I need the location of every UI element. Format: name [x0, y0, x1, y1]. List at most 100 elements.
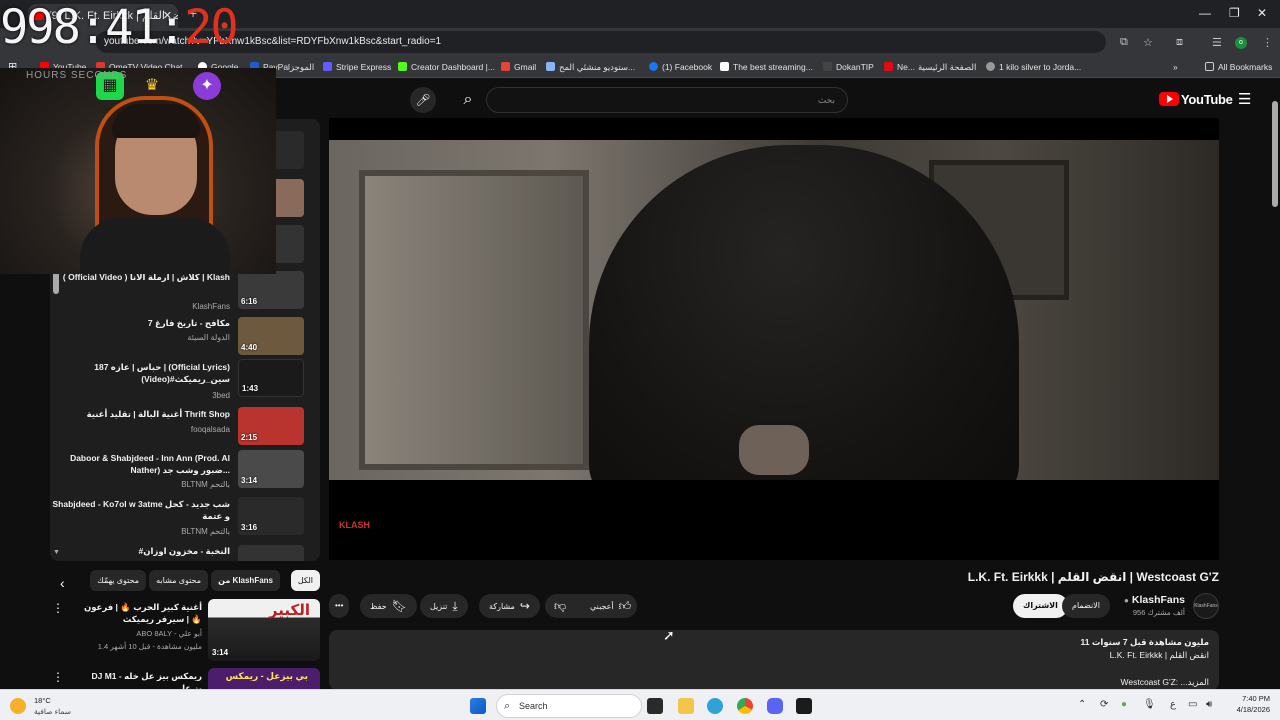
dislike-button[interactable]: 👎︎ — [548, 594, 572, 618]
save-button[interactable]: حفظ 🔖︎ — [360, 594, 417, 618]
playlist-item-title[interactable]: Daboor & Shabjdeed - Inn Ann (Prod. Al N… — [52, 452, 230, 476]
more-options-icon[interactable]: ⋮ — [52, 601, 64, 615]
bookmarks-overflow-icon[interactable]: » — [1173, 56, 1178, 78]
more-actions-icon[interactable]: ••• — [329, 594, 350, 618]
playlist-thumbnail[interactable]: 3:14 — [238, 450, 304, 488]
recommended-thumbnail[interactable]: بي بيزعل - ريمكس — [208, 668, 320, 689]
browser-menu-icon[interactable]: ⋮ — [1262, 36, 1273, 49]
bookmark-gmail[interactable]: Gmail — [501, 56, 536, 78]
bookmark-dokantip[interactable]: DokanTIP — [823, 56, 874, 78]
taskbar-clock[interactable]: 7:40 PM 4/18/2026 — [1237, 693, 1270, 715]
hamburger-menu-icon[interactable]: ☰ — [1238, 90, 1251, 108]
playlist-thumbnail[interactable]: 3:16 — [238, 497, 304, 535]
description-more[interactable]: Westcoast G'Z: ...المزيد — [1120, 677, 1209, 688]
maximize-icon[interactable]: ❐ — [1229, 6, 1240, 20]
bookmark-facebook[interactable]: (1) Facebook — [649, 56, 712, 78]
chip-related[interactable]: محتوى مشابه — [149, 570, 208, 591]
taskbar-search[interactable]: ⌕ Search — [496, 694, 642, 718]
edge-icon[interactable] — [707, 698, 723, 714]
recommended-title[interactable]: أغنية كبير الحرب 🔥 | فرعون | سيرفر ريميك… — [82, 601, 202, 625]
url-field[interactable]: youtube.com/watch?v=YFbXnw1kBsc&list=RDY… — [96, 31, 1106, 53]
playlist-item-title[interactable]: أغنية البالة | تقليد أغنية Thrift Shop — [52, 408, 230, 420]
chip-for-you[interactable]: محتوى يهمّك — [90, 570, 146, 591]
network-icon[interactable]: ▭ — [1188, 699, 1197, 710]
stream-brand-icon: ✦ — [193, 72, 221, 100]
channel-avatar[interactable]: KlashFans — [1193, 593, 1219, 619]
bookmark-studio[interactable]: ستوديو منشئي المح... — [546, 56, 635, 78]
sync-icon[interactable]: ⟳ — [1100, 699, 1108, 710]
chip-from-channel[interactable]: من KlashFans — [211, 570, 280, 591]
bookmark-almojaz[interactable]: الموجز — [290, 56, 314, 78]
input-language[interactable]: ع — [1170, 699, 1176, 710]
playlist-item-title[interactable]: حباس | عازه 187 | (Official Lyrics) (Vid… — [52, 361, 230, 385]
join-button[interactable]: الانضمام — [1062, 594, 1110, 618]
weather-widget[interactable]: 18°C سماء صافية — [10, 694, 100, 718]
countdown-timer: 998:41:20 — [0, 0, 239, 55]
task-view-icon[interactable] — [647, 698, 663, 714]
channel-name[interactable]: ● KlashFans — [1124, 594, 1185, 606]
youtube-logo[interactable]: YouTube — [1159, 92, 1233, 107]
bookmark-homepage[interactable]: الصفحة الرئيسية — [918, 56, 976, 78]
streamer-hair — [112, 104, 200, 138]
microphone-icon[interactable]: 🎙︎ — [1143, 699, 1156, 710]
playlist-thumbnail[interactable]: 2:15 — [238, 407, 304, 445]
subscriber-count: 956 ألف مشترك — [1132, 608, 1185, 617]
voice-search-icon[interactable]: 🎤︎ — [410, 87, 436, 113]
bookmark-netflix[interactable]: Ne... — [884, 56, 915, 78]
playlist-thumbnail[interactable]: 4:40 — [238, 317, 304, 355]
sun-icon — [10, 698, 26, 714]
playlist-scroll-down-icon[interactable]: ▼ — [53, 549, 60, 556]
bookmark-streaming[interactable]: The best streaming... — [720, 56, 813, 78]
chrome-icon[interactable] — [737, 698, 753, 714]
search-input[interactable]: بحث — [486, 87, 848, 113]
recommended-title[interactable]: DJ M1 - ريمكس بيز عل خله بز عل — [82, 670, 202, 689]
download-button[interactable]: تنزيل ⤓ — [420, 594, 468, 618]
recommended-meta: 1.4 مليون مشاهدة - قبل 10 أشهر — [97, 642, 202, 651]
close-window-icon[interactable]: ✕ — [1257, 6, 1267, 20]
tray-overflow-icon[interactable]: ⌃ — [1078, 699, 1086, 710]
video-player[interactable]: KLASH — [329, 118, 1219, 560]
reading-list-icon[interactable]: ☰ — [1212, 36, 1222, 49]
video-title: L.K. Ft. Eirkkk | انقض القلم | Westcoast… — [967, 570, 1219, 584]
playlist-thumbnail[interactable]: 1:43 — [238, 359, 304, 397]
windows-taskbar: 18°C سماء صافية ⌕ Search ⌃ ⟳ ● 🎙︎ ع ▭ 🔊︎ … — [0, 689, 1280, 720]
scrollbar-thumb[interactable] — [1272, 101, 1278, 207]
playlist-item-title[interactable]: Shabjdeed - Ko7ol w 3atme شب جديد - كحل … — [52, 498, 231, 522]
playlist-item-title[interactable]: #النخبة - مخزون اوزان — [52, 545, 230, 557]
bookmark-stripe[interactable]: Stripe Express — [323, 56, 391, 78]
bookmark-silver[interactable]: 1 kilo silver to Jorda... — [986, 56, 1081, 78]
bookmark-star-icon[interactable]: ☆ — [1143, 36, 1153, 49]
chip-all[interactable]: الكل — [290, 570, 320, 591]
subscribe-button[interactable]: الاشتراك — [1013, 594, 1068, 618]
description-box[interactable]: 11 مليون مشاهدة قبل 7 سنوات L.K. Ft. Eir… — [329, 630, 1219, 690]
status-dot-icon[interactable]: ● — [1121, 699, 1127, 710]
playlist-item-channel: BLTNM بالتحم — [181, 480, 230, 489]
extensions-icon[interactable]: ⧈ — [1176, 36, 1183, 49]
kick-app-icon[interactable] — [796, 698, 812, 714]
like-button[interactable]: أعجبني 👍︎ — [580, 594, 641, 618]
bookmark-creator-dashboard[interactable]: Creator Dashboard |... — [398, 56, 495, 78]
recommended-thumbnail[interactable]: الكبير 3:14 — [208, 599, 320, 661]
search-icon[interactable]: ⌕ — [452, 87, 484, 113]
view-count: 11 مليون مشاهدة قبل 7 سنوات — [1080, 637, 1210, 647]
recommended-video[interactable]: الكبير 3:14 أغنية كبير الحرب 🔥 | فرعون |… — [50, 599, 320, 661]
file-explorer-icon[interactable] — [678, 698, 694, 714]
recommended-video[interactable]: بي بيزعل - ريمكس DJ M1 - ريمكس بيز عل خل… — [50, 668, 320, 689]
windows-start-icon[interactable] — [470, 698, 486, 714]
playlist-thumbnail[interactable]: 6:16 — [238, 271, 304, 309]
recommended-channel[interactable]: ABO 8ALY - أبو علي — [72, 629, 202, 638]
profile-avatar[interactable]: o — [1235, 37, 1247, 49]
cast-icon[interactable]: ⧉ — [1120, 36, 1128, 49]
page-scrollbar[interactable] — [1270, 79, 1280, 689]
playlist-thumbnail[interactable] — [238, 545, 304, 561]
share-button[interactable]: مشاركة ↪ — [479, 594, 540, 618]
video-frame[interactable] — [329, 140, 1219, 480]
playlist-scrollbar[interactable] — [53, 272, 59, 294]
thumbs-down-icon: 👎︎ — [554, 599, 567, 613]
more-options-icon[interactable]: ⋮ — [52, 670, 64, 684]
volume-icon[interactable]: 🔊︎ — [1206, 699, 1212, 710]
minimize-icon[interactable]: — — [1199, 6, 1211, 20]
playlist-item-title[interactable]: مكافح - تاريخ فارغ 7 — [52, 317, 230, 329]
all-bookmarks[interactable]: All Bookmarks — [1205, 56, 1272, 78]
discord-icon[interactable] — [767, 698, 783, 714]
